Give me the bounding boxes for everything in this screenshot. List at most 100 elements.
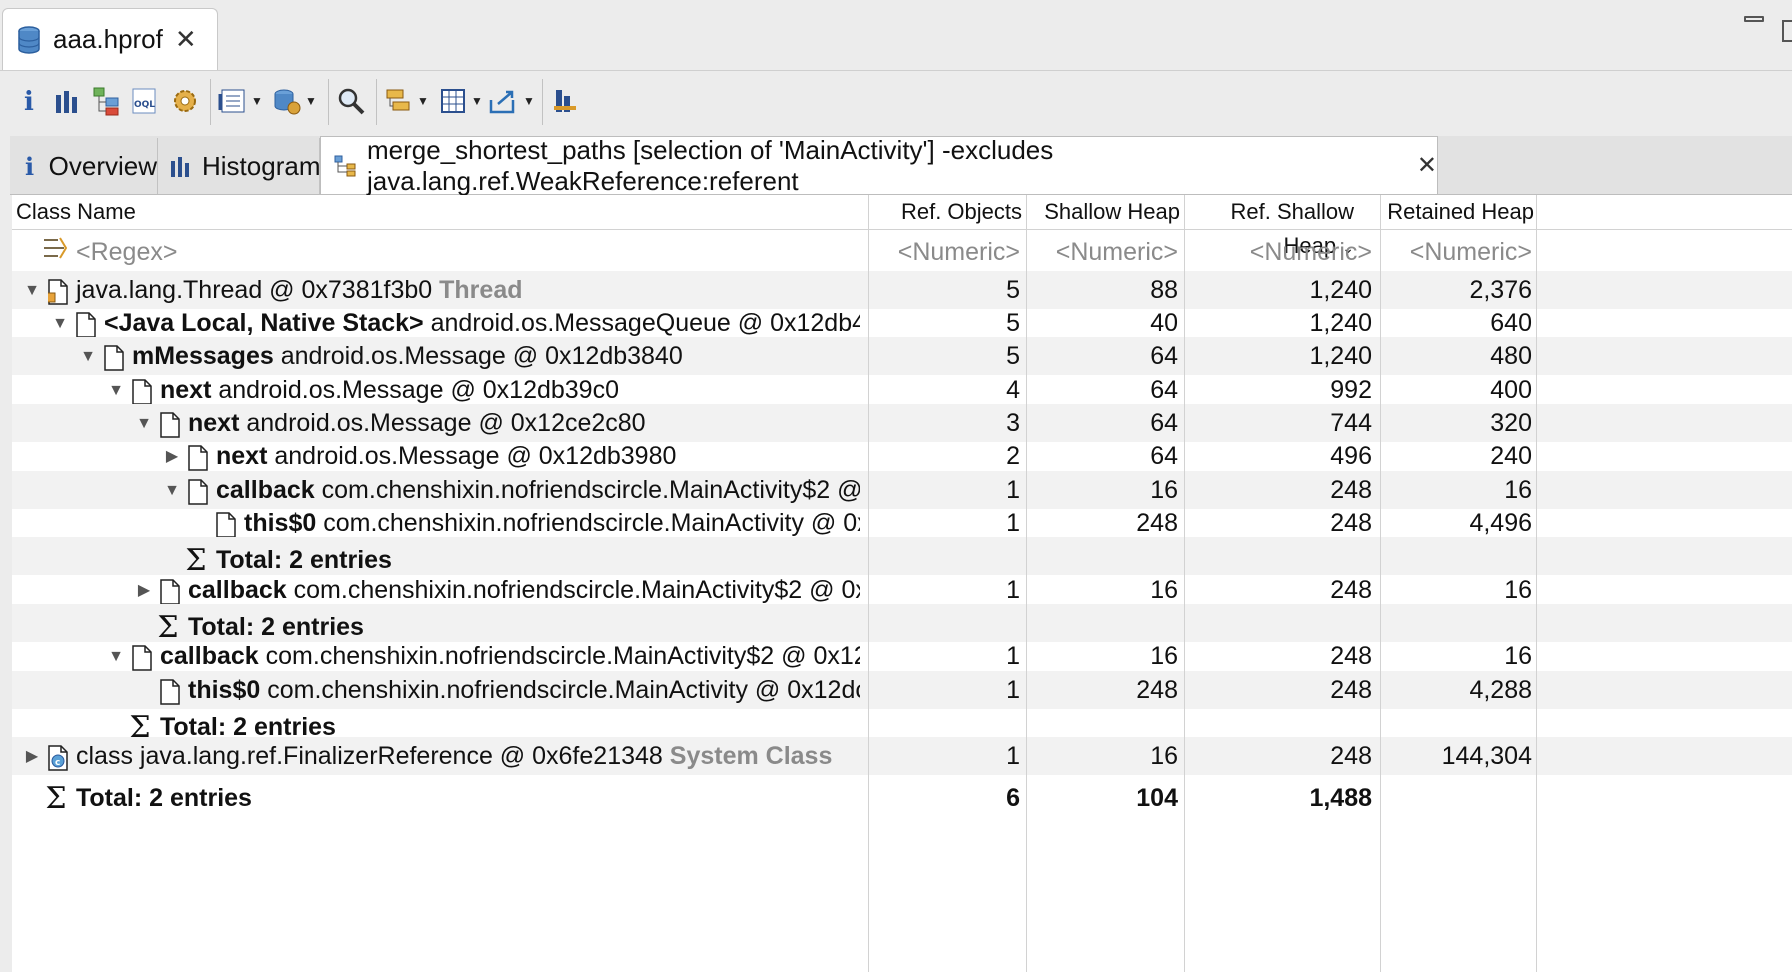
object-icon — [160, 578, 180, 606]
column-header-ref-objects[interactable]: Ref. Objects — [870, 195, 1022, 229]
object-label: android.os.Message @ 0x12db3840 — [280, 342, 683, 370]
class-name-cell: Σ Total: 2 entries — [182, 537, 862, 575]
retained-heap-cell: 16 — [1504, 642, 1532, 670]
maximize-icon[interactable] — [1782, 20, 1792, 42]
field-name: callback — [160, 642, 259, 670]
histogram-icon — [170, 153, 192, 179]
table-row[interactable]: ▶ c class java.lang.ref.FinalizerReference… — [12, 737, 1792, 775]
expand-toggle[interactable]: ▶ — [160, 438, 184, 475]
tab-overview-label: Overview — [48, 150, 157, 181]
retained-heap-cell — [1382, 537, 1532, 575]
dominator-tree-icon[interactable] — [92, 81, 122, 121]
svg-text:c: c — [55, 758, 60, 768]
class-icon: c — [48, 744, 68, 772]
class-name-cell: ▼ mMessages android.os.Message @ 0x12db38… — [76, 337, 860, 375]
sigma-icon: Σ — [45, 781, 67, 813]
ref-shallow-heap-cell: 248 — [1330, 742, 1372, 770]
merge-paths-icon — [333, 153, 357, 179]
retained-heap-cell: 240 — [1490, 442, 1532, 470]
object-label: class java.lang.ref.FinalizerReference @… — [76, 742, 663, 770]
ref-objects-cell: 1 — [1006, 642, 1020, 670]
ref-shallow-heap-cell: 1,240 — [1309, 342, 1372, 370]
close-icon[interactable]: ✕ — [1417, 151, 1437, 180]
close-icon[interactable]: ✕ — [175, 24, 197, 55]
ref-shallow-heap-cell: 1,488 — [1309, 784, 1372, 812]
object-icon — [160, 411, 180, 439]
shallow-heap-cell: 104 — [1136, 784, 1178, 812]
filter-row: <Regex> <Numeric> <Numeric> <Numeric> <N… — [12, 233, 1792, 271]
field-name: this$0 — [244, 509, 317, 537]
collapse-toggle[interactable]: ▼ — [76, 338, 100, 375]
editor-tab-aaa-hprof[interactable]: aaa.hprof ✕ — [2, 8, 218, 70]
table-row[interactable]: ▶ next android.os.Message @ 0x12db3980 2 64… — [12, 437, 1792, 475]
field-name: Total: 2 entries — [76, 784, 252, 812]
svg-text:i: i — [24, 87, 34, 116]
object-icon — [76, 311, 96, 339]
pin-icon[interactable] — [550, 81, 580, 121]
field-name: next — [188, 409, 240, 437]
run-expert-system-icon[interactable]: ▼ — [272, 81, 317, 121]
heap-dump-overview-icon[interactable] — [170, 81, 200, 121]
regex-filter[interactable]: <Regex> — [42, 233, 862, 271]
shallow-heap-cell: 64 — [1150, 442, 1178, 470]
ref-shallow-heap-cell — [1186, 537, 1372, 575]
object-icon — [132, 644, 152, 672]
query-browser-icon[interactable]: ▼ — [218, 81, 263, 121]
object-label: com.chenshixin.nofriendscircle.MainActiv… — [267, 676, 860, 704]
minimize-icon[interactable] — [1744, 16, 1764, 22]
column-header-ref-shallow-heap[interactable]: Ref. Shallow Heap ⌄ — [1186, 195, 1354, 258]
oql-icon[interactable]: OQL — [130, 81, 160, 121]
collapse-toggle[interactable]: ▼ — [104, 638, 128, 675]
toolbar: i OQL ▼ ▼ ▼ ▼ ▼ — [10, 71, 1792, 133]
export-icon[interactable]: ▼ — [488, 81, 535, 121]
object-label: java.lang.Thread @ 0x7381f3b0 — [76, 276, 433, 304]
column-divider — [868, 195, 869, 972]
table-row[interactable]: ▼ mMessages android.os.Message @ 0x12db38… — [12, 337, 1792, 375]
regex-filter-text: <Regex> — [76, 238, 178, 266]
object-label: com.chenshixin.nofriendscircle.MainActiv… — [323, 509, 860, 537]
total-row: Σ Total: 2 entries — [12, 537, 1792, 575]
numeric-filter-ref-objects[interactable]: <Numeric> — [870, 233, 1020, 271]
shallow-heap-cell: 16 — [1150, 642, 1178, 670]
column-header-retained-heap[interactable]: Retained Heap — [1382, 195, 1534, 229]
numeric-filter-ref-shallow-heap[interactable]: <Numeric> — [1186, 233, 1372, 271]
object-icon — [216, 511, 236, 539]
object-label: com.chenshixin.nofriendscircle.MainActiv… — [321, 476, 860, 504]
field-name: this$0 — [188, 676, 261, 704]
group-by-icon[interactable]: ▼ — [384, 81, 429, 121]
column-header-class-name[interactable]: Class Name — [16, 195, 856, 229]
calculate-retained-icon[interactable]: ▼ — [438, 81, 483, 121]
editor-tab-label: aaa.hprof — [53, 24, 163, 54]
ref-shallow-heap-cell: 496 — [1330, 442, 1372, 470]
expand-toggle[interactable]: ▶ — [20, 738, 44, 775]
retained-heap-cell: 144,304 — [1441, 742, 1532, 770]
retained-heap-cell — [1382, 775, 1532, 813]
tab-overview[interactable]: i Overview — [10, 138, 158, 194]
object-icon — [160, 678, 180, 706]
info-icon[interactable]: i — [18, 81, 42, 121]
class-name-cell: ▼ callback com.chenshixin.nofriendscircle… — [104, 637, 860, 675]
tab-merge-shortest-paths[interactable]: merge_shortest_paths [selection of 'Main… — [320, 135, 1438, 196]
sigma-icon: Σ — [185, 543, 207, 575]
numeric-filter-shallow-heap[interactable]: <Numeric> — [1028, 233, 1178, 271]
retained-heap-cell: 480 — [1490, 342, 1532, 370]
object-type-tag: Thread — [439, 276, 523, 304]
column-header-shallow-heap[interactable]: Shallow Heap — [1028, 195, 1180, 229]
table-row[interactable]: ▼ callback com.chenshixin.nofriendscircle… — [12, 637, 1792, 675]
ref-objects-cell: 6 — [1006, 784, 1020, 812]
histogram-icon[interactable] — [54, 81, 80, 121]
search-icon[interactable] — [336, 81, 366, 121]
tab-histogram[interactable]: Histogram — [158, 138, 320, 194]
tab-histogram-label: Histogram — [202, 150, 321, 181]
results-table: Class Name Ref. Objects Shallow Heap Ref… — [12, 195, 1792, 972]
object-label: android.os.Message @ 0x12db3980 — [274, 442, 677, 470]
field-name: callback — [188, 576, 287, 604]
numeric-filter-retained-heap[interactable]: <Numeric> — [1382, 233, 1532, 271]
total-row: Σ Total: 2 entries 6 104 1,488 — [12, 775, 1792, 813]
column-divider — [1184, 195, 1185, 972]
field-name: callback — [216, 476, 315, 504]
ref-objects-cell: 5 — [1006, 342, 1020, 370]
svg-text:OQL: OQL — [134, 100, 155, 110]
field-name: next — [160, 376, 212, 404]
filter-icon — [42, 234, 70, 271]
